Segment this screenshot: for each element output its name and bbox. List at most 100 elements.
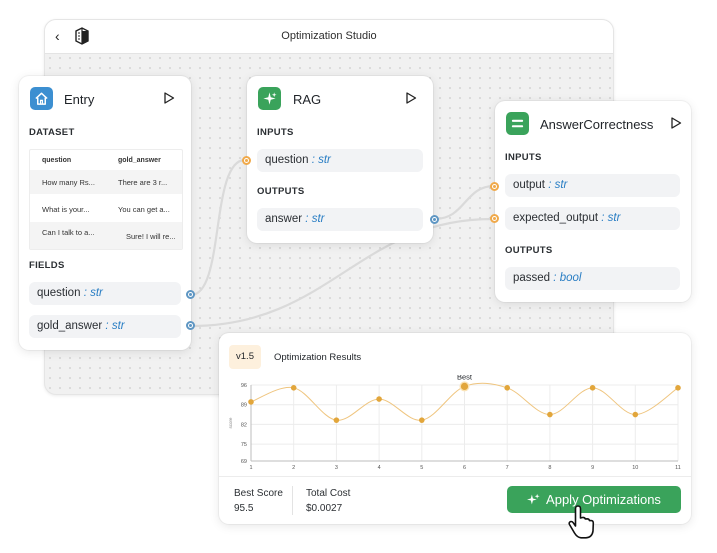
rag-input-question[interactable]: question : str <box>257 149 423 172</box>
data-point <box>376 396 382 402</box>
field-separator: : <box>305 213 309 225</box>
best-score-value: 95.5 <box>234 503 254 514</box>
field-question[interactable]: question : str <box>29 282 181 305</box>
outputs-label: OUTPUTS <box>257 186 305 197</box>
entry-node[interactable]: Entry DATASET question gold_answer How m… <box>19 76 191 350</box>
pointer-cursor-icon <box>568 505 595 539</box>
score-chart: 69758289961 2 3 4 5 6 7 8 9 10 11scoreBest <box>228 375 681 471</box>
data-point <box>504 385 511 391</box>
table-row[interactable]: What is your... You can get a... <box>30 197 182 221</box>
port-gold-answer-out[interactable] <box>186 321 195 330</box>
field-separator: : <box>553 272 557 284</box>
field-separator: : <box>601 212 605 224</box>
chart-grid <box>250 384 679 462</box>
sparkles-icon <box>527 493 540 505</box>
field-type: str <box>318 154 331 166</box>
data-point <box>333 417 340 423</box>
dataset-table[interactable]: question gold_answer How many Rs... Ther… <box>29 149 183 250</box>
best-annotation-label: Best <box>457 375 473 381</box>
data-point <box>248 399 254 405</box>
port-output-in[interactable] <box>490 182 499 191</box>
best-score-label: Best Score <box>234 488 283 499</box>
field-name: gold_answer <box>37 320 103 332</box>
x-tick-label: 1 <box>249 465 252 471</box>
answer-correctness-title: AnswerCorrectness <box>540 117 654 132</box>
run-rag-play-icon[interactable] <box>405 92 417 104</box>
data-point <box>675 385 681 391</box>
run-entry-play-icon[interactable] <box>163 92 175 104</box>
y-tick-label: 89 <box>241 403 247 409</box>
field-name: answer <box>265 213 303 225</box>
field-name: question <box>37 287 81 299</box>
rag-output-answer[interactable]: answer : str <box>257 208 423 231</box>
field-separator: : <box>311 154 315 166</box>
port-question-out[interactable] <box>186 290 195 299</box>
x-tick-label: 4 <box>378 465 381 471</box>
run-answer-play-icon[interactable] <box>670 117 682 129</box>
y-tick-label: 82 <box>241 422 247 428</box>
x-tick-label: 11 <box>675 465 681 471</box>
x-tick-label: 3 <box>335 465 338 471</box>
y-tick-label: 96 <box>241 383 247 389</box>
home-icon <box>30 87 53 110</box>
x-tick-label: 7 <box>506 465 509 471</box>
fields-label: FIELDS <box>29 260 65 271</box>
field-separator: : <box>105 320 109 332</box>
optimization-results-panel: v1.5 Optimization Results 69 75 82 89 96 1 2 3 4… <box>219 333 691 524</box>
data-point <box>460 382 469 391</box>
port-rag-answer-out[interactable] <box>430 215 439 224</box>
input-expected-output[interactable]: expected_output : str <box>505 207 680 230</box>
output-passed[interactable]: passed : bool <box>505 267 680 290</box>
inputs-label: INPUTS <box>505 152 542 163</box>
table-cell: What is your... <box>42 205 90 214</box>
outputs-label: OUTPUTS <box>505 245 553 256</box>
field-gold-answer[interactable]: gold_answer : str <box>29 315 181 338</box>
data-point <box>419 417 425 423</box>
version-badge: v1.5 <box>229 345 261 369</box>
column-header: gold_answer <box>118 157 161 164</box>
answer-correctness-node[interactable]: AnswerCorrectness INPUTS output : str ex… <box>495 101 691 302</box>
field-name: output <box>513 179 545 191</box>
y-tick-label: 75 <box>241 442 247 448</box>
rag-title: RAG <box>293 92 322 107</box>
input-output[interactable]: output : str <box>505 174 680 197</box>
x-tick-label: 9 <box>591 465 594 471</box>
sparkles-icon <box>258 87 281 110</box>
y-tick-label: 69 <box>241 459 247 465</box>
total-cost-value: $0.0027 <box>306 503 343 514</box>
edge-question-to-rag <box>190 158 246 297</box>
port-rag-question-in[interactable] <box>242 156 251 165</box>
field-type: str <box>111 320 125 332</box>
field-name: passed <box>513 272 551 284</box>
x-tick-label: 10 <box>632 465 638 471</box>
entry-title: Entry <box>64 92 95 107</box>
x-tick-label: 2 <box>292 465 295 471</box>
x-tick-label: 6 <box>463 465 466 471</box>
field-separator: : <box>83 287 87 299</box>
y-axis-label: score <box>228 417 233 429</box>
table-cell: Can I talk to a... <box>42 228 95 237</box>
field-separator: : <box>548 179 552 191</box>
equals-icon <box>506 112 529 135</box>
data-point <box>632 411 639 418</box>
data-point <box>547 411 553 418</box>
table-cell: How many Rs... <box>42 178 95 187</box>
inputs-label: INPUTS <box>257 127 294 138</box>
port-expected-output-in[interactable] <box>490 214 499 223</box>
field-type: str <box>90 287 103 299</box>
data-point <box>290 385 297 391</box>
stat-divider <box>292 486 293 515</box>
table-row[interactable]: Can I talk to a... Sure! I will re... <box>30 222 182 249</box>
field-type: bool <box>559 272 582 284</box>
apply-button-label: Apply Optimizations <box>546 492 661 507</box>
column-header: question <box>42 157 72 164</box>
table-cell: You can get a... <box>118 205 170 214</box>
edge-answer-to-output <box>434 184 495 221</box>
field-type: str <box>311 213 325 225</box>
x-tick-label: 8 <box>548 465 551 471</box>
table-cell: Sure! I will re... <box>126 232 176 241</box>
x-tick-label: 5 <box>420 465 423 471</box>
data-point <box>589 385 596 391</box>
table-row[interactable]: How many Rs... There are 3 r... <box>30 170 182 194</box>
rag-node[interactable]: RAG INPUTS question : str OUTPUTS answer… <box>247 76 433 243</box>
